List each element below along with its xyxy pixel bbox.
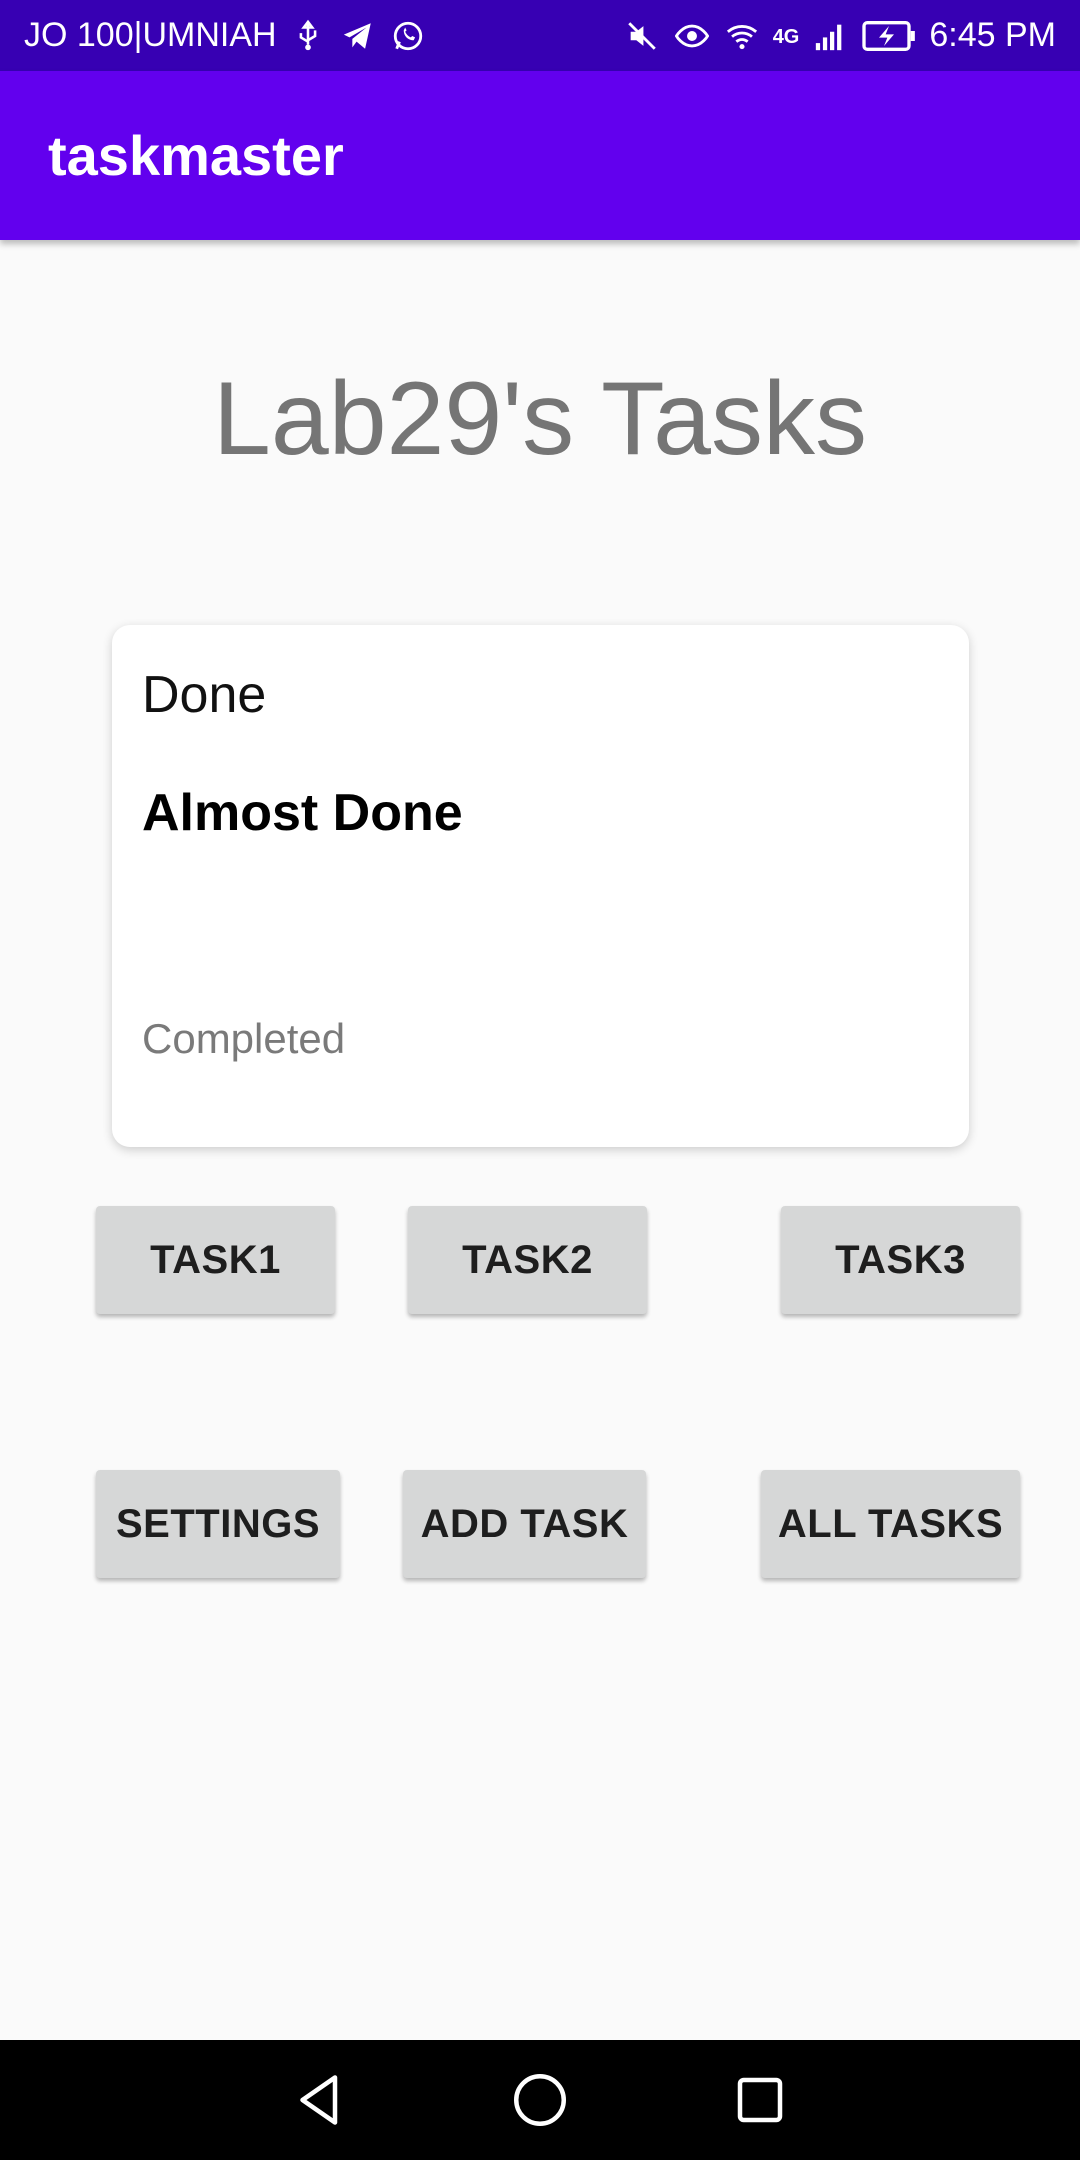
app-bar: taskmaster bbox=[0, 71, 1080, 240]
battery-icon bbox=[861, 17, 917, 55]
task-title: Almost Done bbox=[142, 784, 463, 842]
app-title: taskmaster bbox=[48, 124, 344, 187]
status-right: 4G 6:45 PM bbox=[623, 16, 1056, 55]
signal-icon bbox=[811, 17, 849, 55]
status-left: JO 100|UMNIAH bbox=[24, 16, 427, 55]
task1-button[interactable]: TASK1 bbox=[96, 1206, 335, 1314]
recents-icon[interactable] bbox=[725, 2065, 795, 2135]
task-card[interactable]: Done Almost Done Completed bbox=[112, 625, 969, 1147]
settings-button[interactable]: SETTINGS bbox=[96, 1470, 340, 1578]
back-icon[interactable] bbox=[285, 2065, 355, 2135]
status-bar: JO 100|UMNIAH 4G 6:45 PM bbox=[0, 0, 1080, 71]
carrier-label: JO 100|UMNIAH bbox=[24, 16, 277, 54]
all-tasks-button[interactable]: ALL TASKS bbox=[761, 1470, 1020, 1578]
screen: JO 100|UMNIAH 4G 6:45 PM taskmaster Lab2… bbox=[0, 0, 1080, 2160]
usb-icon bbox=[289, 17, 327, 55]
wifi-icon bbox=[723, 17, 761, 55]
network-type: 4G bbox=[772, 26, 800, 48]
eye-icon bbox=[673, 17, 711, 55]
task3-button[interactable]: TASK3 bbox=[781, 1206, 1020, 1314]
telegram-icon bbox=[339, 17, 377, 55]
page-title: Lab29's Tasks bbox=[213, 361, 867, 477]
task2-button[interactable]: TASK2 bbox=[408, 1206, 647, 1314]
task-state: Done bbox=[142, 666, 267, 724]
add-task-button[interactable]: ADD TASK bbox=[403, 1470, 646, 1578]
home-icon[interactable] bbox=[505, 2065, 575, 2135]
whatsapp-icon bbox=[389, 17, 427, 55]
mute-icon bbox=[623, 17, 661, 55]
navigation-bar bbox=[0, 2040, 1080, 2160]
task-status: Completed bbox=[142, 1015, 346, 1062]
clock: 6:45 PM bbox=[929, 16, 1056, 54]
